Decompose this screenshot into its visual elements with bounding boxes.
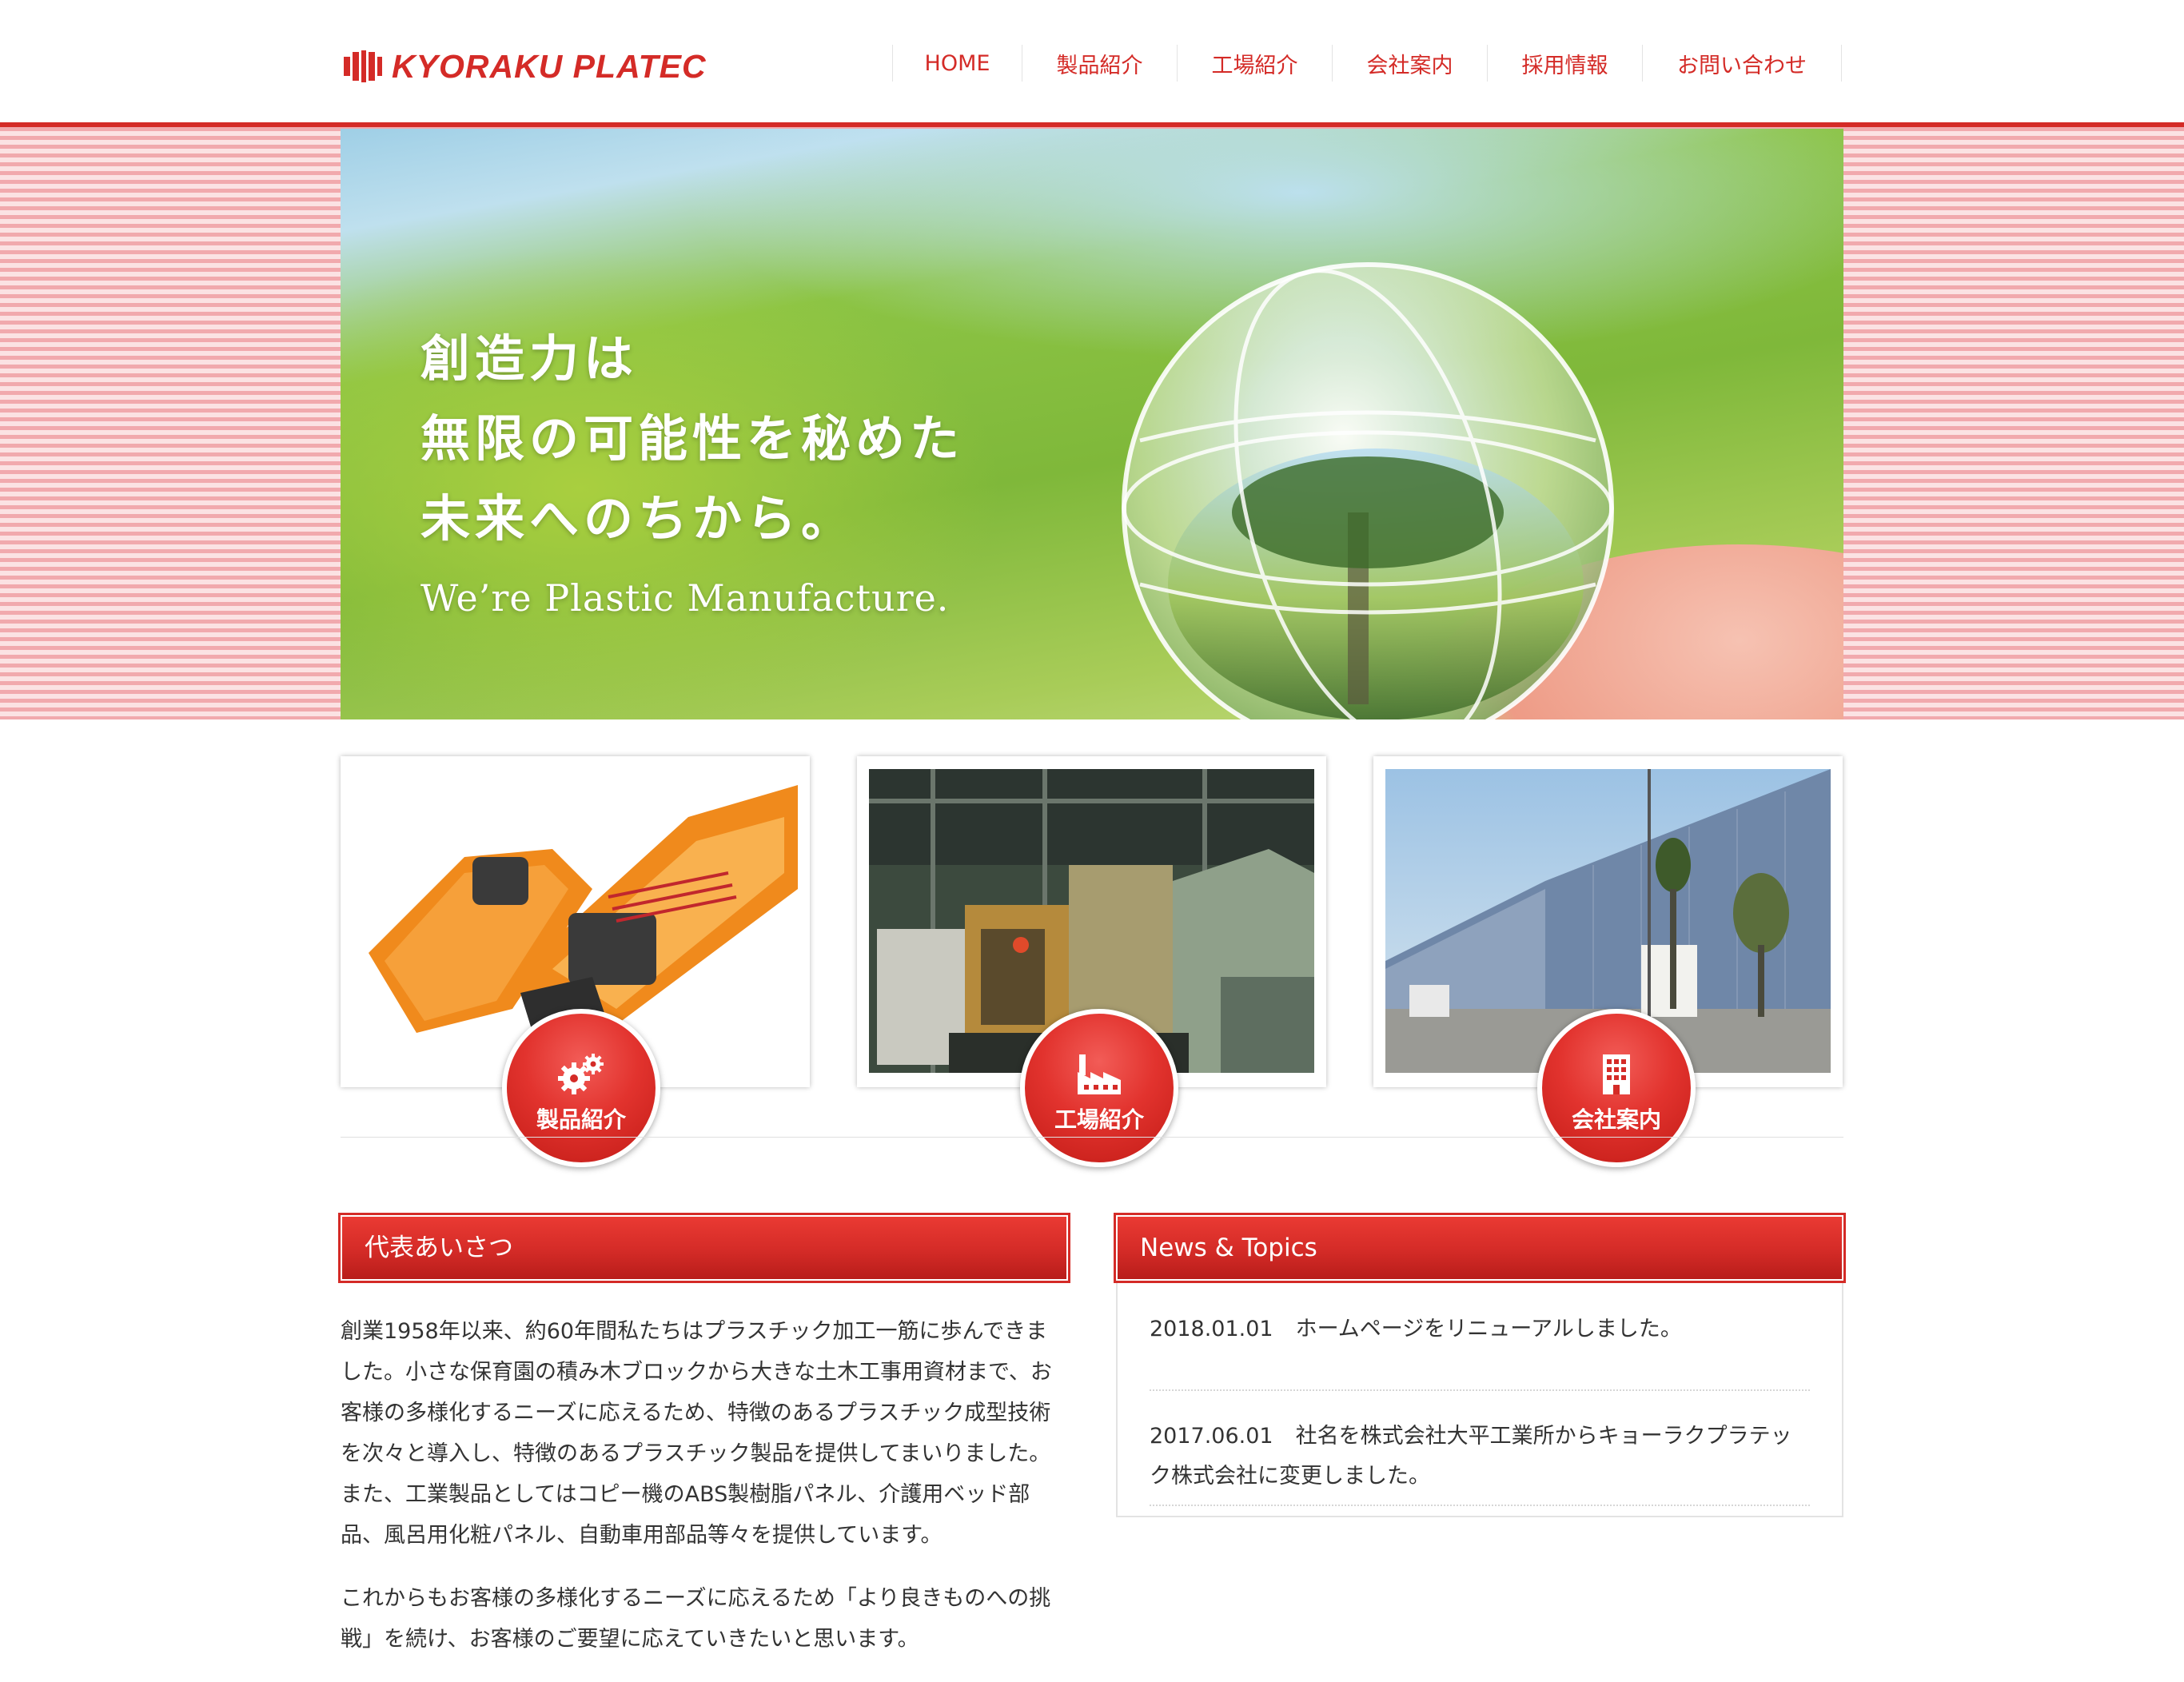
hero-line-1: 創造力は <box>420 329 639 388</box>
hero-tagline: We’re Plastic Manufacture. <box>420 576 950 620</box>
office-building-icon <box>1603 1054 1630 1094</box>
news-title: News & Topics <box>1140 1234 1317 1262</box>
page: KYORAKU PLATEC HOME 製品紹介 工場紹介 会社案内 採用情報 … <box>0 0 2184 1652</box>
news-date: 2018.01.01 <box>1150 1317 1273 1341</box>
hero-banner: 創造力は 無限の可能性を秘めた 未来へのちから。 We’re Plastic M… <box>341 129 1843 719</box>
nav-contact[interactable]: お問い合わせ <box>1643 45 1842 82</box>
factory-badge-label: 工場紹介 <box>1054 1106 1144 1133</box>
company-badge-button[interactable]: 会社案内 <box>1537 1009 1696 1167</box>
greeting-paragraph-1: 創業1958年以来、約60年間私たちはプラスチック加工一筋に歩んできました。小さ… <box>341 1319 1052 1548</box>
nav-company[interactable]: 会社案内 <box>1333 45 1488 82</box>
greeting-heading-bar: 代表あいさつ <box>338 1213 1070 1283</box>
news-item[interactable]: 2018.01.01 ホームページをリニューアルしました。 <box>1150 1309 1810 1391</box>
site-header: KYORAKU PLATEC HOME 製品紹介 工場紹介 会社案内 採用情報 … <box>0 0 2184 122</box>
nav-products[interactable]: 製品紹介 <box>1022 45 1178 82</box>
nav-recruit[interactable]: 採用情報 <box>1488 45 1643 82</box>
products-badge-label: 製品紹介 <box>536 1106 626 1133</box>
gears-icon <box>558 1054 604 1094</box>
news-heading-bar: News & Topics <box>1114 1213 1846 1283</box>
greeting-title: 代表あいさつ <box>365 1234 513 1262</box>
logo-mark-icon <box>344 50 382 82</box>
logo[interactable]: KYORAKU PLATEC <box>344 46 707 86</box>
section-divider <box>341 1137 1843 1138</box>
nav-home[interactable]: HOME <box>893 45 1022 82</box>
news-item[interactable]: 2017.06.01 社名を株式会社大平工業所からキョーラクプラテック株式会社に変… <box>1150 1417 1810 1506</box>
nav-factory[interactable]: 工場紹介 <box>1178 45 1333 82</box>
greeting-paragraph-2: これからもお客様の多様化するニーズに応えるため「より良きものへの挑戦」を続け、お… <box>341 1586 1051 1652</box>
news-text: ホームページをリニューアルしました。 <box>1295 1317 1682 1341</box>
hero-line-2: 無限の可能性を秘めた <box>420 409 965 468</box>
products-badge-button[interactable]: 製品紹介 <box>502 1009 660 1167</box>
greeting-body: 創業1958年以来、約60年間私たちはプラスチック加工一筋に歩んできました。小さ… <box>341 1311 1068 1682</box>
news-date: 2017.06.01 <box>1150 1424 1273 1449</box>
factory-badge-button[interactable]: 工場紹介 <box>1020 1009 1178 1167</box>
company-badge-label: 会社案内 <box>1571 1106 1661 1133</box>
hero-line-3: 未来へのちから。 <box>420 489 856 548</box>
factory-icon <box>1078 1054 1121 1094</box>
hero-copy: 創造力は 無限の可能性を秘めた 未来へのちから。 We’re Plastic M… <box>420 319 964 620</box>
glass-globe-image <box>1122 262 1614 719</box>
logo-text: KYORAKU PLATEC <box>392 47 707 85</box>
main-nav: HOME 製品紹介 工場紹介 会社案内 採用情報 お問い合わせ <box>892 45 1842 82</box>
